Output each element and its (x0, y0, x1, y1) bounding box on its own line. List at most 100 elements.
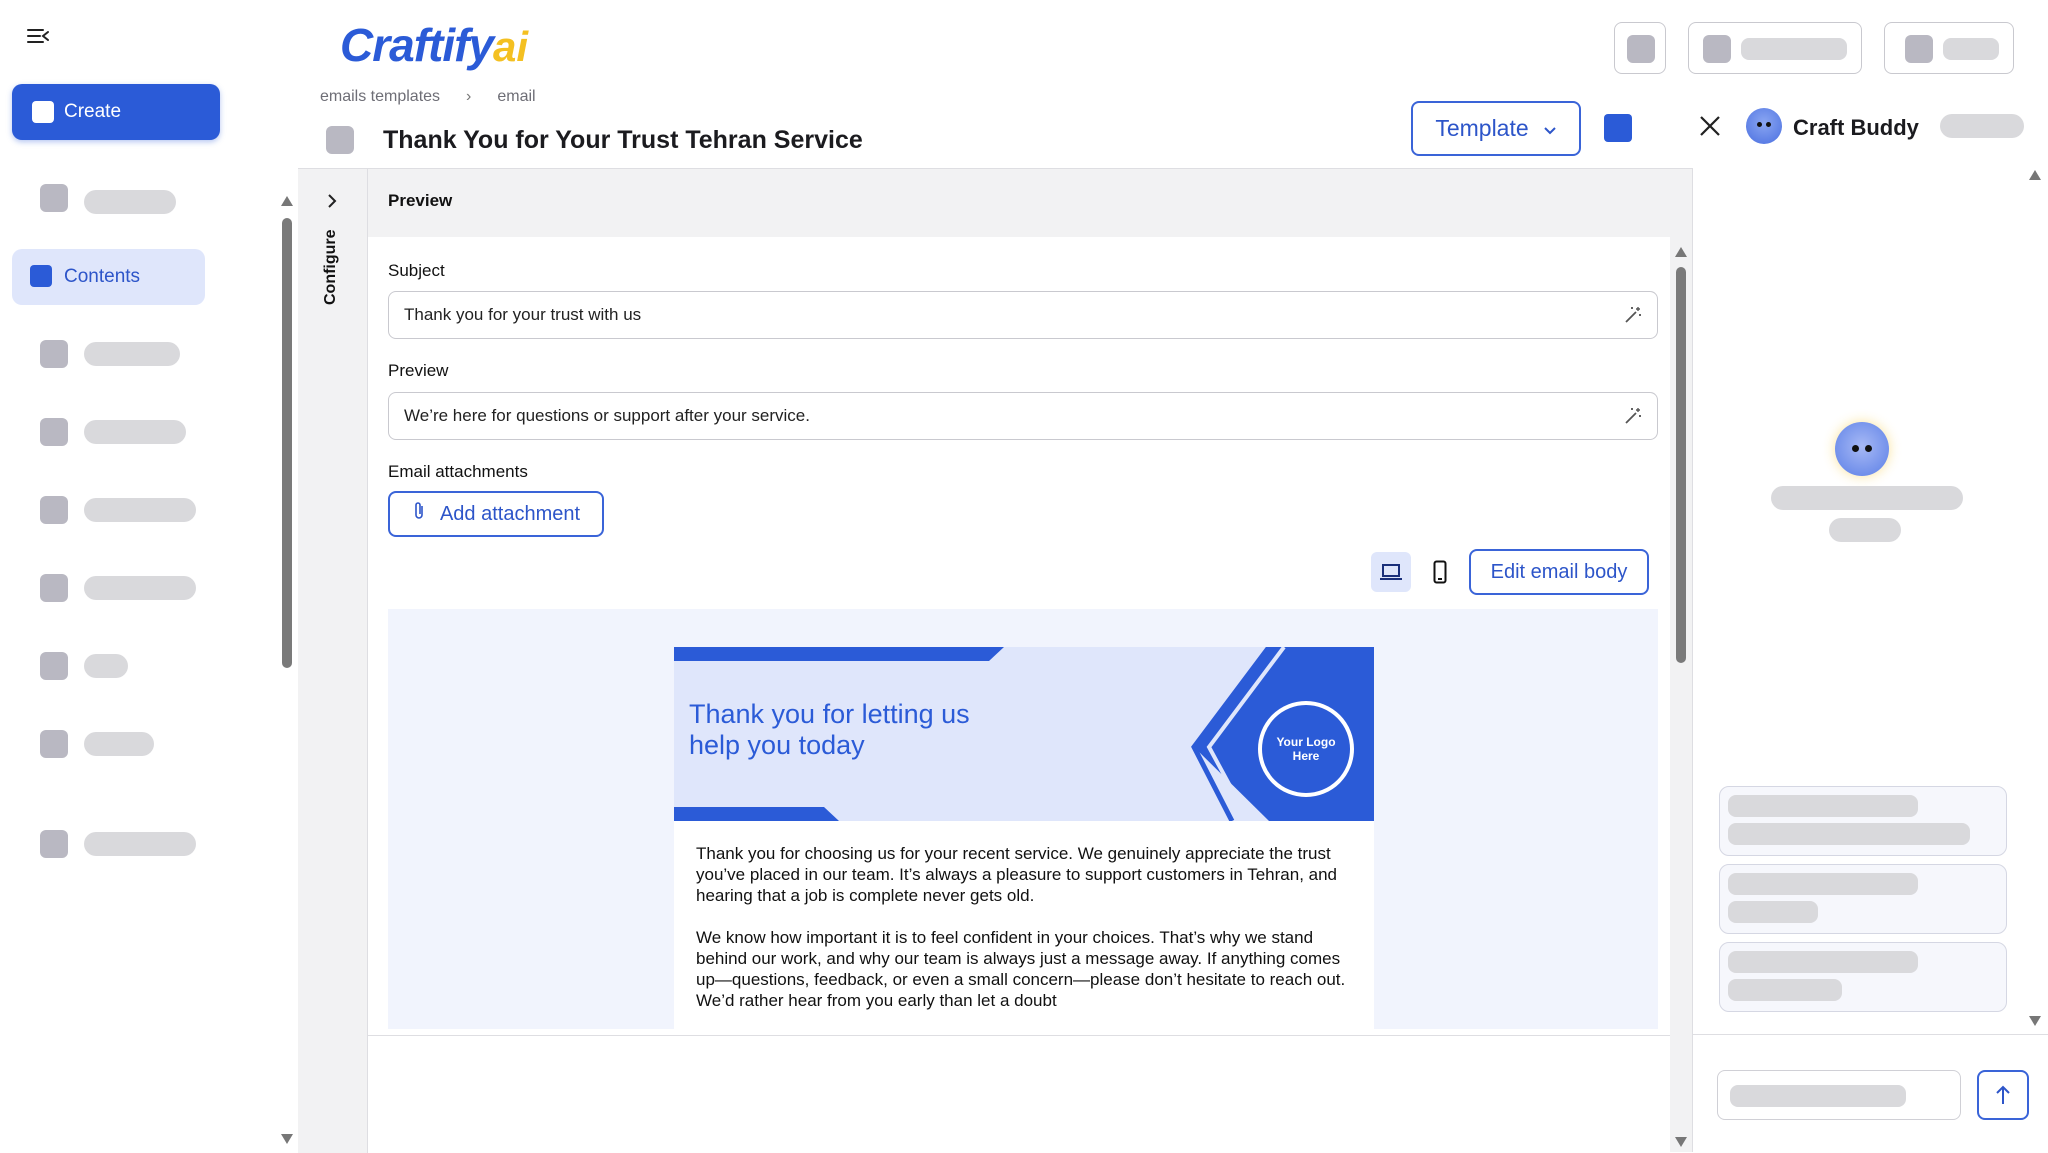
editor-panel: Subject Thank you for your trust with us… (368, 237, 1670, 1097)
chevron-down-icon (1543, 115, 1557, 142)
buddy-scroll-up-icon[interactable] (2029, 170, 2041, 180)
logo-placeholder-line-2: Here (1292, 749, 1320, 763)
suggestion-line-placeholder (1728, 795, 1918, 817)
message-input-placeholder (1730, 1085, 1906, 1107)
sidebar-item-icon (40, 184, 68, 212)
toolbar-button-2[interactable] (1688, 22, 1862, 74)
edit-email-body-label: Edit email body (1490, 560, 1628, 583)
sidebar-item-icon (40, 496, 68, 524)
sidebar-item-icon (40, 574, 68, 602)
main-scrollbar[interactable] (1676, 267, 1686, 663)
banner-heading: Thank you for letting us help you today (689, 699, 970, 761)
create-icon (32, 101, 54, 123)
logo-suffix: ai (493, 23, 529, 70)
toolbar-icon (1905, 35, 1933, 63)
sidebar-item-5[interactable] (16, 552, 266, 624)
sidebar-item-label-placeholder (84, 732, 154, 756)
preview-label: Preview (388, 361, 449, 380)
sidebar-item-label-placeholder (84, 190, 176, 214)
preview-value: We’re here for questions or support afte… (404, 406, 810, 425)
sidebar-item-4[interactable] (16, 474, 266, 546)
sidebar-item-label-placeholder (84, 832, 196, 856)
email-paragraph-2: We know how important it is to feel conf… (696, 928, 1346, 1010)
editor-footer (368, 1035, 1670, 1153)
chevron-right-icon: › (466, 88, 472, 105)
menu-collapse-icon[interactable] (26, 26, 50, 46)
buddy-eye (1865, 445, 1872, 452)
sidebar-item-icon (40, 418, 68, 446)
sidebar-item-icon (40, 730, 68, 758)
logo-placeholder: Your Logo Here (1258, 701, 1354, 797)
smartphone-icon (1433, 560, 1447, 584)
breadcrumb-item-email[interactable]: email (497, 88, 535, 106)
suggestion-card-3[interactable] (1719, 942, 2007, 1012)
preview-text-field[interactable]: We’re here for questions or support afte… (388, 392, 1658, 440)
buddy-scroll-down-icon[interactable] (2029, 1016, 2041, 1026)
email-paragraph-1: Thank you for choosing us for your recen… (696, 844, 1338, 905)
subject-value: Thank you for your trust with us (404, 305, 642, 324)
template-dropdown-button[interactable]: Template (1411, 101, 1581, 156)
edit-email-body-button[interactable]: Edit email body (1469, 549, 1649, 595)
buddy-subtitle-placeholder (1829, 518, 1901, 542)
banner-heading-line-2: help you today (689, 730, 865, 760)
sidebar-item-icon (40, 340, 68, 368)
buddy-avatar (1746, 108, 1782, 144)
desktop-view-toggle[interactable] (1371, 552, 1411, 592)
sidebar-item-3[interactable] (16, 396, 266, 468)
toolbar-button-1[interactable] (1614, 22, 1666, 74)
suggestion-line-placeholder (1728, 979, 1842, 1001)
toolbar-button-3[interactable] (1884, 22, 2014, 74)
suggestion-card-1[interactable] (1719, 786, 2007, 856)
buddy-message-input[interactable] (1717, 1070, 1961, 1120)
sidebar-item-contents[interactable]: Contents (12, 249, 205, 305)
chevron-right-icon (326, 193, 338, 214)
save-status-icon[interactable] (1604, 114, 1632, 142)
sidebar-item-label-placeholder (84, 420, 186, 444)
suggestion-line-placeholder (1728, 901, 1818, 923)
toolbar-icon (1703, 35, 1731, 63)
sidebar-scroll-up-icon[interactable] (281, 196, 293, 206)
logo[interactable]: Craftify ai (340, 18, 528, 78)
attachments-label: Email attachments (388, 462, 528, 481)
sidebar-item-label-placeholder (84, 342, 180, 366)
suggestion-card-2[interactable] (1719, 864, 2007, 934)
main-scroll-up-icon[interactable] (1675, 247, 1687, 257)
subject-label: Subject (388, 261, 445, 280)
buddy-eye (1852, 445, 1859, 452)
subject-field[interactable]: Thank you for your trust with us (388, 291, 1658, 339)
send-button[interactable] (1977, 1070, 2029, 1120)
magic-wand-icon[interactable] (1623, 406, 1643, 431)
email-card: Thank you for letting us help you today … (674, 647, 1374, 1029)
toolbar-label-placeholder (1943, 38, 1999, 60)
back-icon[interactable] (326, 126, 354, 154)
sidebar-scrollbar[interactable] (282, 218, 292, 668)
sidebar-item-2[interactable] (16, 318, 266, 390)
sidebar-scroll-down-icon[interactable] (281, 1134, 293, 1144)
add-attachment-button[interactable]: Add attachment (388, 491, 604, 537)
configure-panel-toggle[interactable]: Configure (298, 169, 368, 1153)
craft-buddy-panel (1692, 168, 2048, 1152)
sidebar: Create Contents (0, 0, 300, 1152)
breadcrumb: emails templates › email (320, 88, 536, 106)
sidebar-item-8[interactable] (16, 808, 266, 880)
create-label: Create (64, 101, 122, 122)
sidebar-item-1[interactable] (16, 162, 266, 234)
page-title: Thank You for Your Trust Tehran Service (383, 126, 863, 154)
sidebar-item-7[interactable] (16, 708, 266, 780)
main-scroll-down-icon[interactable] (1675, 1137, 1687, 1147)
email-body: Thank you for choosing us for your recen… (696, 843, 1356, 1011)
create-button[interactable]: Create (12, 84, 220, 140)
close-icon[interactable] (1698, 114, 1722, 143)
mobile-view-toggle[interactable] (1420, 552, 1460, 592)
buddy-large-avatar (1835, 422, 1889, 476)
suggestion-line-placeholder (1728, 951, 1918, 973)
content-area: Configure Preview Subject Thank you for … (298, 168, 1692, 1153)
contents-icon (30, 265, 52, 287)
magic-wand-icon[interactable] (1623, 305, 1643, 330)
sidebar-item-label-placeholder (84, 498, 196, 522)
logo-placeholder-line-1: Your Logo (1276, 735, 1336, 749)
breadcrumb-item-templates[interactable]: emails templates (320, 88, 440, 106)
toolbar-icon (1627, 35, 1655, 63)
sidebar-item-label-placeholder (84, 576, 196, 600)
sidebar-item-6[interactable] (16, 630, 266, 702)
